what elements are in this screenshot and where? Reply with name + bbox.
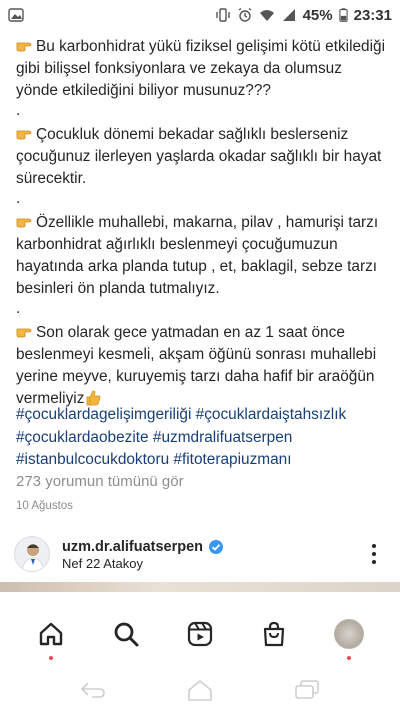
username[interactable]: uzm.dr.alifuatserpen [62, 539, 203, 555]
android-home-button[interactable] [180, 675, 220, 705]
gallery-notification-icon [8, 8, 24, 22]
more-dot-icon [372, 544, 376, 548]
avatar[interactable] [14, 536, 50, 572]
hashtag-line[interactable]: #çocuklardagelişimgeriliği #çocuklardaiş… [16, 404, 388, 427]
username-row[interactable]: uzm.dr.alifuatserpen [62, 539, 224, 555]
caption-paragraph: Bu karbonhidrat yükü fiziksel gelişimi k… [16, 38, 386, 99]
post-location[interactable]: Nef 22 Atakoy [62, 556, 143, 571]
nav-reels[interactable] [180, 614, 220, 654]
caption-separator: . [16, 300, 21, 317]
home-icon [39, 622, 63, 646]
post-image-preview[interactable] [0, 582, 400, 592]
caption-separator: . [16, 102, 21, 119]
alarm-icon [238, 7, 252, 22]
caption-paragraph: Çocukluk dönemi bekadar sağlıklı beslers… [16, 126, 382, 187]
more-options-button[interactable] [368, 544, 380, 564]
wifi-icon [259, 10, 274, 21]
clock: 23:31 [353, 6, 392, 24]
back-button[interactable] [73, 675, 113, 705]
nav-shop[interactable] [254, 614, 294, 654]
post-caption: Bu karbonhidrat yükü fiziksel gelişimi k… [16, 36, 388, 410]
battery-icon [338, 8, 348, 22]
backhand-index-pointing-right-icon [16, 130, 32, 140]
search-icon [114, 622, 139, 647]
view-all-comments-link[interactable]: 273 yorumun tümünü gör [16, 473, 184, 490]
status-bar: 45% 23:31 [0, 0, 400, 30]
post-header: uzm.dr.alifuatserpen Nef 22 Atakoy [0, 534, 400, 578]
system-navigation-bar [0, 668, 400, 711]
shop-icon [264, 621, 285, 647]
caption-separator: . [16, 190, 21, 207]
status-right-icons: 45% 23:31 [215, 7, 392, 24]
recents-icon [294, 679, 319, 699]
hashtag-line[interactable]: #istanbulcocukdoktoru #fitoterapiuzmanı [16, 449, 388, 472]
bottom-navigation [0, 612, 400, 660]
reels-icon [187, 621, 213, 647]
recents-button[interactable] [287, 675, 327, 705]
status-left-icons [8, 7, 24, 23]
nav-search[interactable] [106, 614, 146, 654]
battery-percent: 45% [302, 6, 333, 24]
android-home-icon [188, 679, 212, 701]
profile-avatar [333, 619, 364, 649]
nav-home[interactable] [31, 614, 71, 660]
post-date: 10 Ağustos [16, 500, 73, 512]
back-icon [81, 681, 106, 698]
hashtags: #çocuklardagelişimgeriliği #çocuklardaiş… [16, 404, 388, 472]
backhand-index-pointing-right-icon [16, 42, 32, 52]
caption-paragraph: Özellikle muhallebi, makarna, pilav , ha… [16, 214, 379, 297]
vibrate-icon [215, 8, 230, 22]
backhand-index-pointing-right-icon [16, 218, 32, 228]
hashtag-line[interactable]: #çocuklardaobezite #uzmdralifuatserpen [16, 427, 388, 450]
caption-paragraph: Son olarak gece yatmadan en az 1 saat ön… [16, 324, 377, 407]
verified-badge-icon [209, 540, 224, 554]
signal-icon [282, 9, 295, 21]
more-dot-icon [372, 560, 376, 564]
nav-profile[interactable] [329, 614, 369, 660]
avatar-icon [15, 537, 49, 571]
notification-dot [49, 656, 54, 660]
notification-dot [346, 656, 351, 660]
backhand-index-pointing-right-icon [16, 328, 32, 338]
more-dot-icon [372, 552, 376, 556]
